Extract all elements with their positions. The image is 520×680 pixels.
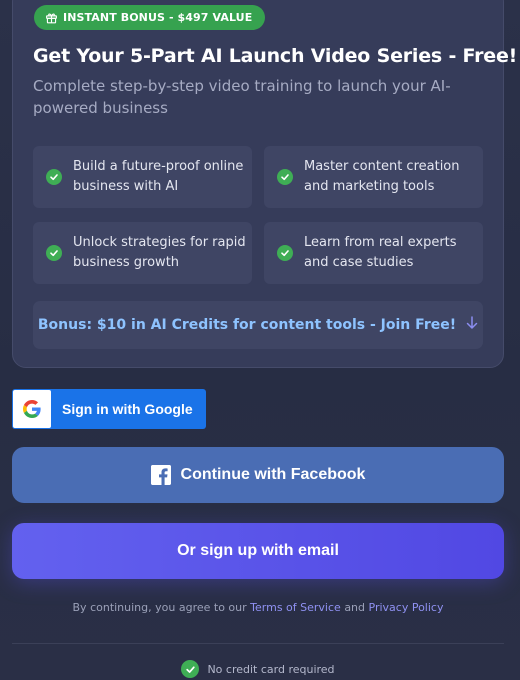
email-signup-label: Or sign up with email bbox=[177, 542, 339, 559]
facebook-icon bbox=[150, 465, 171, 485]
facebook-continue-button[interactable]: Continue with Facebook bbox=[12, 447, 504, 503]
google-signin-button[interactable]: Sign in with Google bbox=[12, 389, 206, 429]
terms-of-service-link[interactable]: Terms of Service bbox=[250, 601, 341, 614]
feature-text: Learn from real experts and case studies bbox=[304, 235, 457, 270]
google-signin-label: Sign in with Google bbox=[62, 401, 193, 417]
gift-icon bbox=[46, 13, 57, 24]
feature-item: Learn from real experts and case studies bbox=[264, 222, 483, 284]
check-icon bbox=[277, 169, 293, 185]
no-credit-card-text: No credit card required bbox=[207, 662, 335, 676]
consent-prefix: By continuing, you agree to our bbox=[72, 601, 247, 614]
feature-text: Master content creation and marketing to… bbox=[304, 159, 460, 194]
promo-subtitle: Complete step-by-step video training to … bbox=[33, 77, 451, 117]
consent-and: and bbox=[344, 601, 366, 614]
feature-item: Unlock strategies for rapid business gro… bbox=[33, 222, 252, 284]
facebook-continue-label: Continue with Facebook bbox=[180, 466, 366, 483]
feature-text: Build a future-proof online business wit… bbox=[73, 159, 244, 194]
check-icon bbox=[277, 245, 293, 261]
feature-item: Master content creation and marketing to… bbox=[264, 146, 483, 208]
email-signup-button[interactable]: Or sign up with email bbox=[12, 523, 504, 579]
arrow-down-icon bbox=[466, 316, 478, 334]
promo-title: Get Your 5-Part AI Launch Video Series -… bbox=[33, 45, 518, 67]
divider bbox=[12, 643, 504, 644]
no-credit-card-note: No credit card required bbox=[0, 660, 516, 678]
privacy-policy-link[interactable]: Privacy Policy bbox=[369, 601, 444, 614]
google-logo-icon bbox=[13, 390, 51, 428]
feature-text: Unlock strategies for rapid business gro… bbox=[73, 235, 246, 270]
promo-card: INSTANT BONUS - $497 VALUE Get Your 5-Pa… bbox=[12, 0, 518, 368]
instant-bonus-badge: INSTANT BONUS - $497 VALUE bbox=[34, 5, 266, 30]
check-icon bbox=[46, 169, 62, 185]
consent-text: By continuing, you agree to our Terms of… bbox=[0, 601, 516, 614]
bonus-text: Bonus: $10 in AI Credits for content too… bbox=[37, 317, 457, 333]
check-icon bbox=[181, 660, 200, 678]
badge-label: INSTANT BONUS - $497 VALUE bbox=[63, 11, 253, 24]
feature-item: Build a future-proof online business wit… bbox=[33, 146, 252, 208]
check-icon bbox=[46, 245, 62, 261]
bonus-credits-link[interactable]: Bonus: $10 in AI Credits for content too… bbox=[33, 301, 483, 349]
